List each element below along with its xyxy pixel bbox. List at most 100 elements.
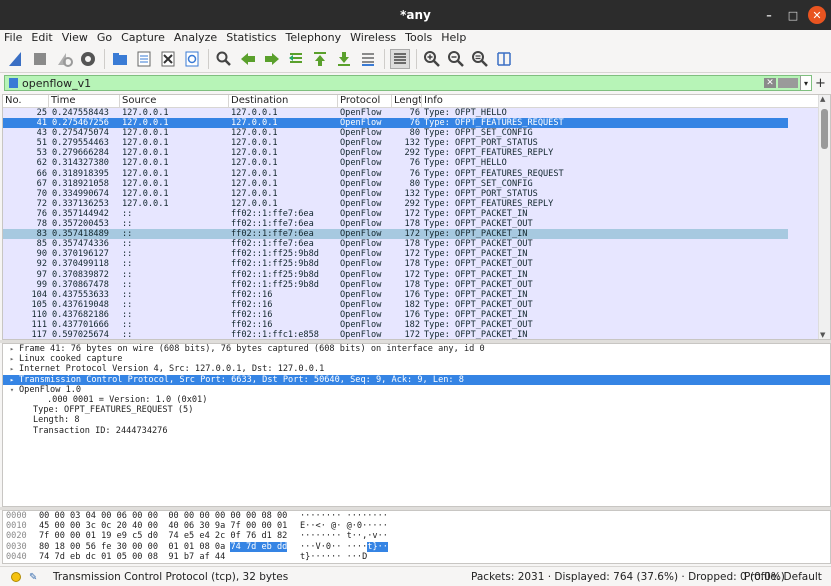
display-filter-input[interactable]: openflow_v1	[22, 77, 764, 90]
clear-filter-icon[interactable]: ✕	[764, 78, 776, 88]
packet-list[interactable]: No. Time Source Destination Protocol Len…	[2, 94, 831, 340]
packet-row[interactable]: 104 0.437553633:: ff02::16 OpenFlow 176 Type:…	[3, 289, 830, 300]
menu-wireless[interactable]: Wireless	[350, 31, 396, 44]
save-icon[interactable]	[134, 49, 154, 69]
menu-statistics[interactable]: Statistics	[226, 31, 276, 44]
detail-row[interactable]: ▾ OpenFlow 1.0	[3, 385, 830, 395]
packet-row[interactable]: 43 0.275475074 127.0.0.1 127.0.0.1 OpenFlow 8…	[3, 128, 830, 139]
column-time[interactable]: Time	[49, 95, 120, 107]
packet-row[interactable]: 70 0.334990674 127.0.0.1 127.0.0.1 OpenFlow 1…	[3, 188, 830, 199]
packet-row[interactable]: 41 0.275467256 127.0.0.1 127.0.0.1 OpenFlow 7…	[3, 118, 830, 129]
detail-row[interactable]: ▸ Frame 41: 76 bytes on wire (608 bits), …	[3, 344, 830, 354]
zoom-out-icon[interactable]	[446, 49, 466, 69]
expert-info-icon[interactable]	[11, 571, 21, 582]
packet-row[interactable]: 111 0.437701666:: ff02::16 OpenFlow 182 Type:…	[3, 319, 830, 331]
byte-row[interactable]: 0000 00 00 03 04 00 06 00 00 00 00 00 00 …	[3, 511, 830, 521]
packet-row[interactable]: 85 0.357474336:: ff02::1:ffe7:6ea OpenFlow 1…	[3, 239, 830, 250]
expand-toggle-icon[interactable]: ▸	[5, 354, 19, 364]
packet-details[interactable]: ▸ Frame 41: 76 bytes on wire (608 bits), …	[2, 343, 831, 507]
packet-row[interactable]: 105 0.437619048:: ff02::16 OpenFlow 182 Type:…	[3, 299, 830, 310]
packet-row[interactable]: 117 0.597025674:: ff02::1:ffc1:e858 OpenFlo…	[3, 330, 830, 339]
packet-row[interactable]: 78 0.357200453:: ff02::1:ffe7:6ea OpenFlow 1…	[3, 219, 830, 230]
add-filter-button-icon[interactable]: +	[815, 76, 826, 91]
packet-row[interactable]: 83 0.357418489:: ff02::1:ffe7:6ea OpenFlow 1…	[3, 229, 830, 240]
menu-edit[interactable]: Edit	[31, 31, 52, 44]
packet-row[interactable]: 53 0.279666284 127.0.0.1 127.0.0.1 OpenFlow 2…	[3, 148, 830, 159]
byte-row[interactable]: 0020 7f 00 00 01 19 e9 c5 d0 74 e5 e4 2c …	[3, 531, 830, 541]
packet-row[interactable]: 62 0.314327380 127.0.0.1 127.0.0.1 OpenFlow 7…	[3, 158, 830, 169]
packet-row[interactable]: 66 0.318918395 127.0.0.1 127.0.0.1 OpenFlow 7…	[3, 168, 830, 179]
packet-row[interactable]: 51 0.279554463 127.0.0.1 127.0.0.1 OpenFlow 1…	[3, 138, 830, 149]
find-icon[interactable]	[214, 49, 234, 69]
minimize-icon[interactable]: –	[760, 6, 778, 24]
packet-row[interactable]: 72 0.337136253 127.0.0.1 127.0.0.1 OpenFlow 2…	[3, 198, 830, 209]
byte-row[interactable]: 0040 74 7d eb dc 01 05 00 08 91 b7 af 44 t…	[3, 552, 830, 562]
autoscroll-icon[interactable]	[358, 49, 378, 69]
packet-row[interactable]: 90 0.370196127:: ff02::1:ff25:9b8d OpenFlow…	[3, 249, 830, 260]
expand-toggle-icon[interactable]: ▸	[5, 364, 19, 374]
last-icon[interactable]	[334, 49, 354, 69]
menu-file[interactable]: File	[4, 31, 22, 44]
bookmark-icon[interactable]	[9, 78, 18, 88]
packet-row[interactable]: 25 0.247558443 127.0.0.1 127.0.0.1 OpenFlow 7…	[3, 108, 830, 119]
open-icon[interactable]	[110, 49, 130, 69]
byte-row[interactable]: 0030 80 18 00 56 fe 30 00 00 01 01 08 0a …	[3, 541, 830, 552]
column-info[interactable]: Info	[422, 95, 830, 107]
scroll-thumb[interactable]	[821, 109, 828, 149]
close-icon[interactable]: ✕	[808, 6, 826, 24]
menu-analyze[interactable]: Analyze	[174, 31, 217, 44]
stop-icon[interactable]	[30, 49, 50, 69]
zoom-in-icon[interactable]	[422, 49, 442, 69]
packet-row[interactable]: 76 0.357144942:: ff02::1:ffe7:6ea OpenFlow 1…	[3, 208, 830, 220]
reload-icon[interactable]	[182, 49, 202, 69]
detail-row[interactable]: Length: 8	[3, 415, 830, 425]
apply-filter-icon[interactable]	[778, 78, 798, 88]
display-filter-bar[interactable]: openflow_v1 ✕ ▾	[4, 75, 812, 91]
menu-help[interactable]: Help	[441, 31, 466, 44]
colorize-icon[interactable]	[390, 48, 410, 69]
column-no[interactable]: No.	[3, 95, 49, 107]
back-icon[interactable]	[238, 49, 258, 69]
menu-view[interactable]: View	[62, 31, 88, 44]
menu-telephony[interactable]: Telephony	[286, 31, 342, 44]
zoom-reset-icon[interactable]	[470, 49, 490, 69]
packet-row[interactable]: 110 0.437682186:: ff02::16 OpenFlow 176 Type:…	[3, 309, 830, 320]
menu-go[interactable]: Go	[97, 31, 112, 44]
maximize-icon[interactable]: □	[784, 6, 802, 24]
column-destination[interactable]: Destination	[229, 95, 338, 107]
first-icon[interactable]	[310, 49, 330, 69]
expand-toggle-icon[interactable]: ▸	[5, 375, 19, 385]
column-protocol[interactable]: Protocol	[338, 95, 392, 107]
goto-icon[interactable]	[286, 49, 306, 69]
byte-row[interactable]: 0010 45 00 00 3c 0c 20 40 00 40 06 30 9a …	[3, 521, 830, 531]
forward-icon[interactable]	[262, 49, 282, 69]
options-icon[interactable]	[78, 49, 98, 69]
detail-row[interactable]: Transaction ID: 2444734276	[3, 426, 830, 436]
filter-history-icon[interactable]: ▾	[800, 76, 811, 90]
menu-capture[interactable]: Capture	[121, 31, 165, 44]
restart-icon[interactable]	[54, 49, 74, 69]
packet-row[interactable]: 99 0.370867478:: ff02::1:ff25:9b8d OpenFlow…	[3, 279, 830, 290]
packet-row[interactable]: 67 0.318921058 127.0.0.1 127.0.0.1 OpenFlow 8…	[3, 178, 830, 189]
column-source[interactable]: Source	[120, 95, 229, 107]
expand-toggle-icon[interactable]: ▾	[5, 385, 19, 395]
edit-comment-icon[interactable]: ✎	[29, 572, 41, 583]
packet-minimap[interactable]	[788, 108, 818, 339]
shark-fin-icon[interactable]	[6, 49, 26, 69]
packet-row[interactable]: 92 0.370499118:: ff02::1:ff25:9b8d OpenFlow…	[3, 259, 830, 270]
detail-row[interactable]: ▸ Transmission Control Protocol, Src Port…	[3, 374, 830, 385]
scroll-down-icon[interactable]: ▼	[820, 331, 825, 339]
detail-row[interactable]: ▸ Linux cooked capture	[3, 354, 830, 364]
expand-toggle-icon[interactable]: ▸	[5, 344, 19, 354]
profile-label[interactable]: Profile: Default	[744, 571, 822, 583]
resize-columns-icon[interactable]	[494, 49, 514, 69]
detail-row[interactable]: ▸ Internet Protocol Version 4, Src: 127.0…	[3, 364, 830, 374]
packet-row[interactable]: 97 0.370839872:: ff02::1:ff25:9b8d OpenFlow…	[3, 269, 830, 280]
menu-tools[interactable]: Tools	[405, 31, 432, 44]
packet-bytes[interactable]: 0000 00 00 03 04 00 06 00 00 00 00 00 00 …	[2, 510, 831, 564]
detail-row[interactable]: Type: OFPT_FEATURES_REQUEST (5)	[3, 405, 830, 415]
column-length[interactable]: Length	[392, 95, 422, 107]
packet-list-scrollbar[interactable]: ▲ ▼	[818, 95, 830, 339]
detail-row[interactable]: .000 0001 = Version: 1.0 (0x01)	[3, 395, 830, 405]
scroll-up-icon[interactable]: ▲	[820, 95, 825, 103]
